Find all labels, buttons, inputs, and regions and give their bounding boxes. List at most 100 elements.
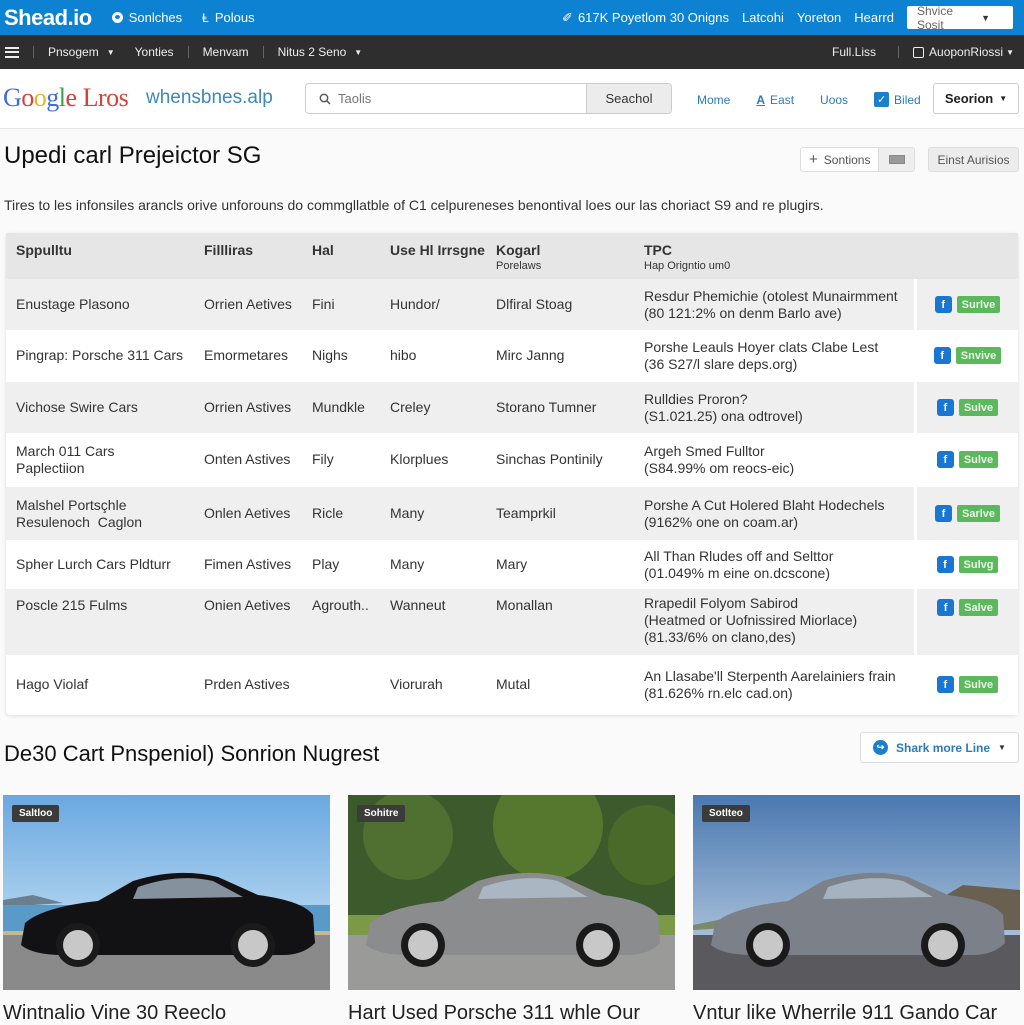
person-icon: A bbox=[756, 92, 766, 107]
image-tag-badge: Sotlteo bbox=[702, 805, 750, 822]
header-link-uoos[interactable]: Uoos bbox=[820, 93, 848, 107]
table-cell: Emormetares bbox=[204, 347, 289, 363]
save-button[interactable]: Sulve bbox=[958, 676, 999, 693]
share-icon: ↪ bbox=[873, 740, 889, 755]
gallery-card[interactable]: Sohitre bbox=[348, 795, 675, 990]
nav-item-label: Menvam bbox=[202, 45, 249, 59]
column-header[interactable]: Kogarl Porelaws bbox=[496, 242, 541, 272]
table-row[interactable]: Poscle 215 Fulms Onien Aetives Agrouth.. Wa… bbox=[6, 589, 1018, 655]
table-row[interactable]: Pingrap: Porsche 311 Cars Emormetares Nigh… bbox=[6, 330, 1018, 382]
first-arrivals-button[interactable]: Einst Aurisios bbox=[928, 147, 1019, 172]
account-menu[interactable]: AuoponRiossi bbox=[929, 45, 1003, 59]
save-button[interactable]: Sulve bbox=[958, 451, 999, 468]
nav-divider bbox=[33, 46, 34, 58]
topbar-link-0[interactable]: Sonlches bbox=[111, 10, 182, 25]
topbar-right-link-2[interactable]: Yoreton bbox=[797, 10, 841, 25]
topbar-right-link-3[interactable]: Hearrd bbox=[854, 10, 894, 25]
save-button[interactable]: Surlve bbox=[956, 296, 1001, 313]
chevron-down-icon: ▼ bbox=[998, 743, 1006, 752]
column-header[interactable]: Fillliras bbox=[204, 242, 253, 258]
table-row[interactable]: Vichose Swire Cars Orrien Astives Mundkle C… bbox=[6, 382, 1018, 433]
save-button[interactable]: Sulvg bbox=[958, 556, 999, 573]
table-row[interactable]: Enustage Plasono Orrien Aetives Fini Hundor… bbox=[6, 279, 1018, 330]
facebook-icon[interactable]: f bbox=[933, 347, 951, 364]
column-header[interactable]: Use Hl Irrsgne bbox=[390, 242, 485, 258]
facebook-icon[interactable]: f bbox=[937, 599, 955, 616]
table-cell: Monallan bbox=[496, 597, 553, 613]
gallery-card[interactable]: Saltloo bbox=[3, 795, 330, 990]
column-header-label: Sppulltu bbox=[16, 242, 72, 258]
nav-item-1[interactable]: Yonties bbox=[135, 45, 174, 59]
gallery-card-title[interactable]: Vntur like Wherrile 911 Gando Car bbox=[693, 1002, 997, 1025]
column-header[interactable]: TPC Hap Origntio um0 bbox=[644, 242, 730, 272]
nav-item-0[interactable]: Pnsogem ▼ bbox=[48, 45, 115, 59]
header-link-east[interactable]: A East bbox=[756, 93, 794, 107]
table-cell: Orrien Aetives bbox=[204, 296, 292, 312]
table-row[interactable]: March 011 Cars Paplectiion Onten Astives F… bbox=[6, 433, 1018, 487]
table-row[interactable]: Spher Lurch Cars Pldturr Fimen Astives Pla… bbox=[6, 540, 1018, 589]
nav-item-2[interactable]: Menvam bbox=[203, 45, 249, 59]
tpc-line: Argeh Smed Fulltor bbox=[644, 443, 765, 459]
facebook-icon[interactable]: f bbox=[934, 505, 952, 522]
table-cell: Wanneut bbox=[390, 597, 446, 613]
table-cell: Mutal bbox=[496, 676, 531, 692]
topbar-link-1[interactable]: Ⱡ Polous bbox=[202, 10, 254, 25]
table-cell: Enustage Plasono bbox=[16, 296, 130, 312]
topbar-select[interactable]: Shvice Sosit ▼ bbox=[907, 4, 1013, 32]
brand-logo[interactable]: Shead.io bbox=[4, 5, 92, 31]
topbar-right-link-0[interactable]: 617K Poyetlom 30 Onigns bbox=[578, 10, 729, 25]
site-name[interactable]: whensbnes.alp bbox=[146, 87, 273, 109]
tpc-line: (9162% one on coam.ar) bbox=[644, 514, 799, 530]
car-photo bbox=[348, 795, 675, 990]
table-cell: Prden Astives bbox=[204, 676, 290, 692]
table-cell: Fily bbox=[312, 451, 334, 467]
facebook-icon[interactable]: f bbox=[936, 399, 954, 416]
save-button[interactable]: Sulve bbox=[958, 399, 999, 416]
caret-down-icon: ▼ bbox=[999, 94, 1008, 103]
header-link-label: Uoos bbox=[820, 92, 849, 107]
header-link-home[interactable]: Mome bbox=[697, 93, 730, 107]
table-cell: Play bbox=[312, 556, 340, 572]
topbar-right-link-1[interactable]: Latcohi bbox=[742, 10, 784, 25]
share-more-button[interactable]: ↪ Shark more Line ▼ bbox=[860, 732, 1019, 763]
table-cell: Ricle bbox=[312, 505, 344, 521]
table-cell: Mary bbox=[496, 556, 528, 572]
nav-item-label: Pnsogem bbox=[48, 45, 99, 59]
save-button[interactable]: Salve bbox=[959, 599, 998, 616]
facebook-icon[interactable]: f bbox=[936, 676, 954, 693]
save-button[interactable]: Sarlve bbox=[956, 505, 1001, 522]
header-link-label: East bbox=[770, 92, 795, 107]
view-toggle-button[interactable] bbox=[878, 148, 915, 171]
google-logo[interactable]: Google Lros bbox=[3, 83, 129, 113]
table-row[interactable]: Hago Violaf Prden Astives Viorurah Mutal An … bbox=[6, 655, 1018, 715]
facebook-icon[interactable]: f bbox=[934, 296, 952, 313]
gallery-card-title[interactable]: Wintnalio Vine 30 Reeclo bbox=[3, 1002, 226, 1025]
tpc-line: (S84.99% om reocs-eic) bbox=[644, 460, 795, 476]
tpc-cell: Argeh Smed Fulltor (S84.99% om reocs-eic) bbox=[644, 443, 794, 477]
save-button[interactable]: Snvive bbox=[955, 347, 1002, 364]
full-list-link[interactable]: Full.Liss bbox=[832, 45, 876, 59]
results-table: Sppulltu Fillliras Hal Use Hl Irrsgne Kogarl… bbox=[6, 233, 1018, 715]
column-header[interactable]: Hal bbox=[312, 242, 334, 258]
nav-item-3[interactable]: Nitus 2 Seno ▼ bbox=[278, 45, 363, 59]
table-cell: Nighs bbox=[312, 347, 348, 363]
table-cell: Fimen Astives bbox=[204, 556, 292, 572]
gallery-card[interactable]: Sotlteo bbox=[693, 795, 1020, 990]
table-row[interactable]: Malshel Portsçhle Resulenoch Caglon Onlen… bbox=[6, 487, 1018, 540]
column-header-label: Fillliras bbox=[204, 242, 254, 258]
add-sections-button[interactable]: + Sontions bbox=[801, 148, 878, 171]
tpc-line: Porshe Leauls Hoyer clats Clabe Lest bbox=[644, 339, 879, 355]
header-link-label: Mome bbox=[697, 92, 731, 107]
column-header[interactable]: Sppulltu bbox=[16, 242, 72, 258]
search-button[interactable]: Seachol bbox=[586, 84, 671, 113]
search-input[interactable] bbox=[306, 84, 586, 113]
hamburger-menu-icon[interactable] bbox=[5, 46, 19, 58]
gallery-card-title[interactable]: Hart Used Porsche 311 whle Our bbox=[348, 1002, 640, 1025]
header-checkbox-biled[interactable]: ✓ Biled bbox=[874, 92, 921, 107]
facebook-icon[interactable]: f bbox=[936, 451, 954, 468]
share-button-label: Shark more Line bbox=[896, 740, 991, 755]
tpc-line: (Heatmed or Uofnissired Miorlace) bbox=[644, 612, 858, 628]
facebook-icon[interactable]: f bbox=[936, 556, 954, 573]
section-select[interactable]: Seorion ▼ bbox=[933, 83, 1019, 114]
table-cell: Agrouth.. bbox=[312, 597, 369, 613]
